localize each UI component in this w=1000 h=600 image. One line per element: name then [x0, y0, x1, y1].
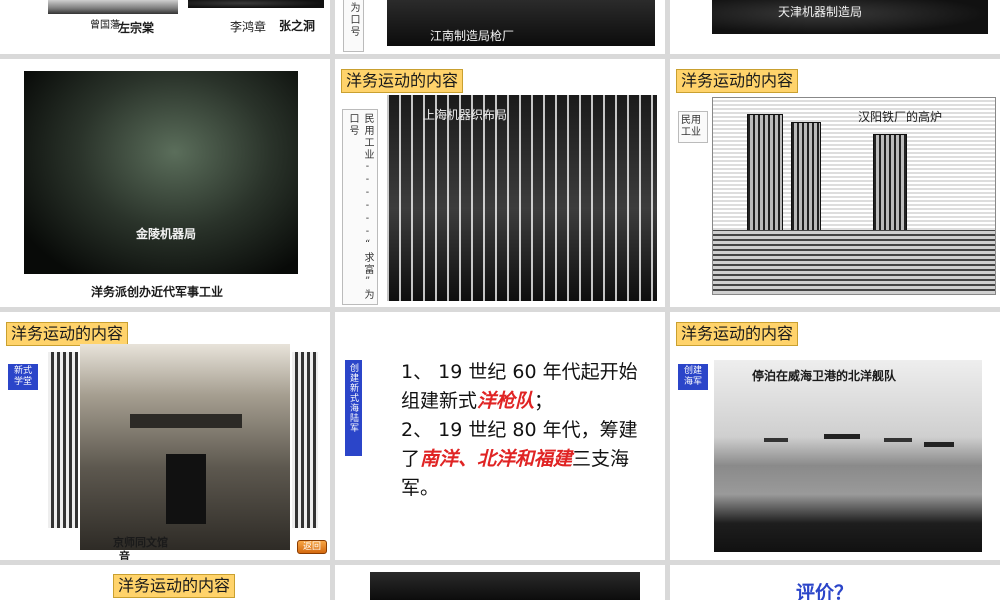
slide-11[interactable] — [335, 565, 665, 600]
slide-9-title: 洋务运动的内容 — [676, 322, 799, 346]
slide-2-vertical-text: 为口号 — [343, 0, 364, 52]
warship-1 — [764, 438, 788, 442]
warship-4 — [924, 442, 954, 447]
slide-6-side-label: 民用工业 — [678, 111, 708, 143]
caption-zuo-zongtang: 左宗棠 — [118, 21, 155, 35]
slide-9-side-label: 创建海军 — [678, 364, 708, 390]
slide-9[interactable]: 洋务运动的内容 创建海军 停泊在威海卫港的北洋舰队 — [670, 312, 1000, 560]
slide-5-vertical-text: 民用工业------“求富”为口号 — [342, 109, 378, 305]
slide-6[interactable]: 洋务运动的内容 民用工业 汉阳铁厂的高炉 — [670, 59, 1000, 307]
slide-4-photo-label: 金陵机器局 — [136, 227, 197, 241]
slide-8-point-1: 1、 19 世纪 60 年代起开始组建新式洋枪队； — [401, 358, 647, 416]
slide-2-photo-caption: 江南制造局枪厂 — [430, 29, 515, 43]
slide-4-caption: 洋务派创办近代军事工业 — [91, 285, 224, 299]
slide-4[interactable]: 金陵机器局 洋务派创办近代军事工业 — [0, 59, 330, 307]
point-1-highlight: 洋枪队 — [477, 390, 535, 412]
slide-2-photo — [387, 0, 655, 46]
slide-1[interactable]: 曾国藩 左宗棠 李鸿章 张之洞 — [0, 0, 330, 54]
warship-2 — [824, 434, 860, 439]
slide-2[interactable]: 为口号 江南制造局枪厂 — [335, 0, 665, 54]
slide-5-photo — [387, 95, 657, 301]
slide-5-title: 洋务运动的内容 — [341, 69, 464, 93]
caption-li-hongzhang: 李鸿章 — [230, 20, 267, 34]
back-button[interactable]: 返回 — [297, 540, 327, 554]
slide-10-title: 洋务运动的内容 — [113, 574, 236, 598]
slide-7-left-strip — [48, 352, 78, 528]
slide-4-photo — [24, 71, 298, 274]
slide-7-side-label: 新式学堂 — [8, 364, 38, 390]
gate-doorway — [166, 454, 206, 524]
point-1-end: ； — [534, 390, 554, 412]
gate-roof — [130, 414, 242, 428]
portrait-photo-right — [188, 0, 324, 8]
slide-12-title: 评价？ — [796, 582, 854, 600]
slide-9-photo-caption: 停泊在威海卫港的北洋舰队 — [752, 369, 897, 383]
slide-6-photo — [712, 97, 996, 295]
caption-zeng-guofan: 曾国藩 — [90, 20, 120, 31]
point-2-number: 2 — [401, 419, 414, 441]
slide-8-side-label: 创建新式海陆军 — [345, 360, 362, 456]
caption-zhang-zhidong: 张之洞 — [279, 19, 316, 33]
slide-9-photo — [714, 360, 982, 552]
slide-5[interactable]: 洋务运动的内容 民用工业------“求富”为口号 上海机器织布局 — [335, 59, 665, 307]
slide-3[interactable]: 天津机器制造局 — [670, 0, 1000, 54]
slide-10[interactable]: 洋务运动的内容 — [0, 565, 330, 600]
slide-7[interactable]: 洋务运动的内容 新式学堂 京师同文馆 音 返回 — [0, 312, 330, 560]
slide-7-photo — [80, 344, 290, 550]
slide-6-title: 洋务运动的内容 — [676, 69, 799, 93]
slide-11-photo — [370, 572, 640, 600]
slide-12[interactable]: 评价？ — [670, 565, 1000, 600]
slide-7-title: 洋务运动的内容 — [6, 322, 129, 346]
slide-3-photo-caption: 天津机器制造局 — [778, 5, 863, 19]
point-1-number: 1 — [401, 361, 414, 383]
slide-8-point-2: 2、 19 世纪 80 年代，筹建了南洋、北洋和福建三支海军。 — [401, 416, 647, 503]
slide-5-photo-caption: 上海机器织布局 — [423, 108, 508, 122]
slide-7-photo-caption-2: 音 — [119, 550, 130, 560]
warship-3 — [884, 438, 912, 442]
slide-6-photo-caption: 汉阳铁厂的高炉 — [858, 110, 943, 124]
slide-7-right-strip — [292, 352, 318, 528]
factory-buildings — [713, 230, 995, 294]
point-2-highlight: 南洋、北洋和福建 — [420, 448, 573, 470]
slide-8[interactable]: 创建新式海陆军 1、 19 世纪 60 年代起开始组建新式洋枪队； 2、 19 … — [335, 312, 665, 560]
portrait-photo-left — [48, 0, 178, 14]
